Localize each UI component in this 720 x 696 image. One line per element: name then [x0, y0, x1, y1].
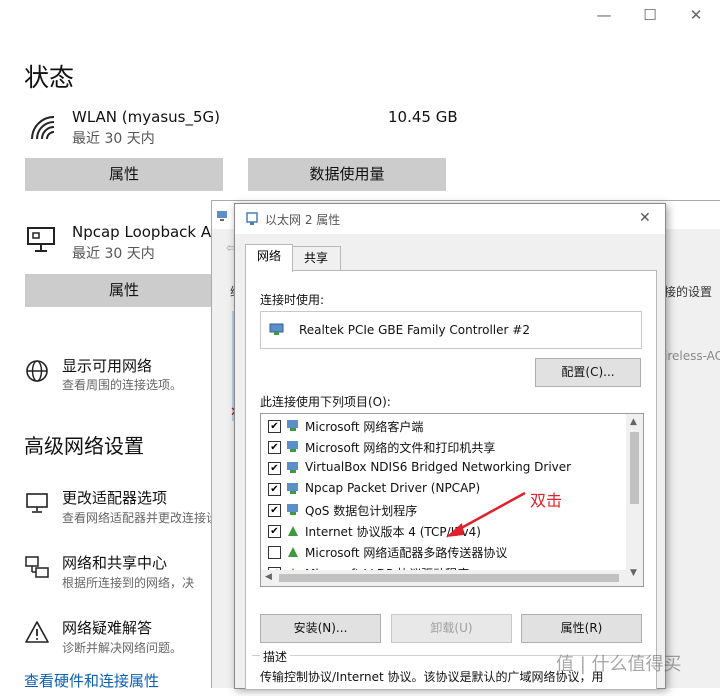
- list-item[interactable]: ✔ VirtualBox NDIS6 Bridged Networking Dr…: [261, 458, 625, 479]
- service-icon: [287, 483, 298, 494]
- protocol-icon: [288, 547, 298, 557]
- item-checkbox[interactable]: ✔: [268, 462, 281, 475]
- scroll-left-icon[interactable]: ◀: [265, 572, 272, 582]
- item-checkbox[interactable]: ✔: [268, 483, 281, 496]
- show-networks-desc: 查看周围的连接选项。: [62, 378, 183, 392]
- ethernet-properties-dialog: 以太网 2 属性 ✕ 网络 共享 连接时使用: Realtek PCIe GBE…: [234, 203, 666, 690]
- item-label: Microsoft 网络的文件和打印机共享: [305, 441, 496, 455]
- item-checkbox[interactable]: ✔: [268, 504, 281, 517]
- dialog-close-button[interactable]: ✕: [639, 210, 651, 226]
- properties-button[interactable]: 属性(R): [521, 614, 642, 643]
- horizontal-scrollbar[interactable]: ◀: [261, 570, 626, 586]
- bg-adapter-fragment: ireless-AC: [664, 349, 720, 363]
- tab-network[interactable]: 网络: [245, 244, 293, 272]
- minimize-button[interactable]: —: [594, 6, 614, 24]
- item-label: Microsoft 网络客户端: [305, 420, 424, 434]
- annotation-arrow-icon: [446, 491, 526, 537]
- maximize-button[interactable]: ☐: [640, 6, 660, 24]
- globe-icon: [26, 360, 48, 382]
- service-icon: [287, 462, 298, 473]
- network-status: 最近 30 天内: [72, 246, 155, 262]
- share-network-icon: [25, 556, 49, 578]
- network-sharing-center-desc: 根据所连接到的网络，决: [62, 576, 195, 590]
- item-label: VirtualBox NDIS6 Bridged Networking Driv…: [305, 460, 572, 474]
- tab-sharing[interactable]: 共享: [291, 246, 341, 270]
- close-button[interactable]: ✕: [686, 6, 706, 24]
- change-adapter-options-link[interactable]: 更改适配器选项: [62, 487, 167, 508]
- list-item[interactable]: ✔ Microsoft 网络客户端: [261, 416, 625, 437]
- adapter-name: Realtek PCIe GBE Family Controller #2: [299, 323, 530, 337]
- vertical-scrollbar[interactable]: ▲ ▼: [626, 414, 643, 586]
- scroll-down-icon[interactable]: ▼: [630, 568, 637, 578]
- data-usage-value: 10.45 GB: [388, 108, 458, 126]
- scroll-up-icon[interactable]: ▲: [630, 417, 637, 427]
- hscrollbar-thumb[interactable]: [279, 574, 619, 582]
- network-name: WLAN (myasus_5G): [72, 108, 220, 126]
- show-networks-link[interactable]: 显示可用网络: [62, 355, 152, 376]
- network-status: 最近 30 天内: [72, 131, 155, 147]
- ethernet-monitor-icon: [27, 227, 55, 252]
- item-label: QoS 数据包计划程序: [305, 504, 418, 518]
- scrollbar-thumb[interactable]: [630, 432, 639, 504]
- advanced-settings-heading: 高级网络设置: [24, 434, 144, 458]
- item-checkbox[interactable]: ✔: [268, 420, 281, 433]
- network-troubleshooter-link[interactable]: 网络疑难解答: [62, 617, 152, 638]
- client-icon: [287, 420, 298, 431]
- protocol-icon: [288, 526, 298, 536]
- wlan-properties-button[interactable]: 属性: [25, 158, 223, 191]
- network-icon: [217, 211, 227, 221]
- wifi-icon: [31, 116, 55, 140]
- service-icon: [287, 441, 298, 452]
- item-label: Microsoft 网络适配器多路传送器协议: [305, 546, 508, 560]
- service-icon: [287, 504, 298, 515]
- data-usage-button[interactable]: 数据使用量: [248, 158, 446, 191]
- connect-using-label: 连接时使用:: [260, 293, 325, 307]
- monitor-icon: [26, 493, 48, 513]
- description-label: 描述: [260, 648, 291, 665]
- configure-button[interactable]: 配置(C)...: [535, 358, 641, 387]
- item-checkbox[interactable]: [268, 546, 281, 559]
- bg-toolbar-fragment: 接的设置: [664, 285, 713, 299]
- ethernet-icon: [246, 212, 258, 225]
- list-item[interactable]: Microsoft 网络适配器多路传送器协议: [261, 542, 625, 563]
- dialog-title: 以太网 2 属性: [265, 213, 341, 227]
- network-tab-panel: 连接时使用: Realtek PCIe GBE Family Controlle…: [245, 270, 657, 690]
- adapter-box: Realtek PCIe GBE Family Controller #2: [260, 311, 642, 349]
- item-checkbox[interactable]: ✔: [268, 441, 281, 454]
- hardware-connection-properties-link[interactable]: 查看硬件和连接属性: [24, 670, 159, 691]
- warning-icon: [25, 621, 49, 643]
- items-label: 此连接使用下列项目(O):: [260, 395, 391, 409]
- uninstall-button[interactable]: 卸载(U): [391, 614, 512, 643]
- list-item[interactable]: ✔ Microsoft 网络的文件和打印机共享: [261, 437, 625, 458]
- install-button[interactable]: 安装(N)...: [260, 614, 381, 643]
- dialog-titlebar: 以太网 2 属性 ✕: [235, 204, 665, 234]
- page-title: 状态: [24, 63, 75, 92]
- npcap-properties-button[interactable]: 属性: [25, 274, 223, 307]
- change-adapter-options-desc: 查看网络适配器并更改连接设: [62, 511, 212, 525]
- watermark: 值 | 什么值得买: [556, 654, 682, 675]
- network-adapter-icon: [269, 323, 284, 335]
- item-checkbox[interactable]: ✔: [268, 525, 281, 538]
- annotation-text: 双击: [530, 491, 563, 510]
- network-troubleshooter-desc: 诊断并解决网络问题。: [62, 641, 183, 655]
- network-name: Npcap Loopback Ad: [72, 223, 212, 241]
- network-sharing-center-link[interactable]: 网络和共享中心: [62, 552, 167, 573]
